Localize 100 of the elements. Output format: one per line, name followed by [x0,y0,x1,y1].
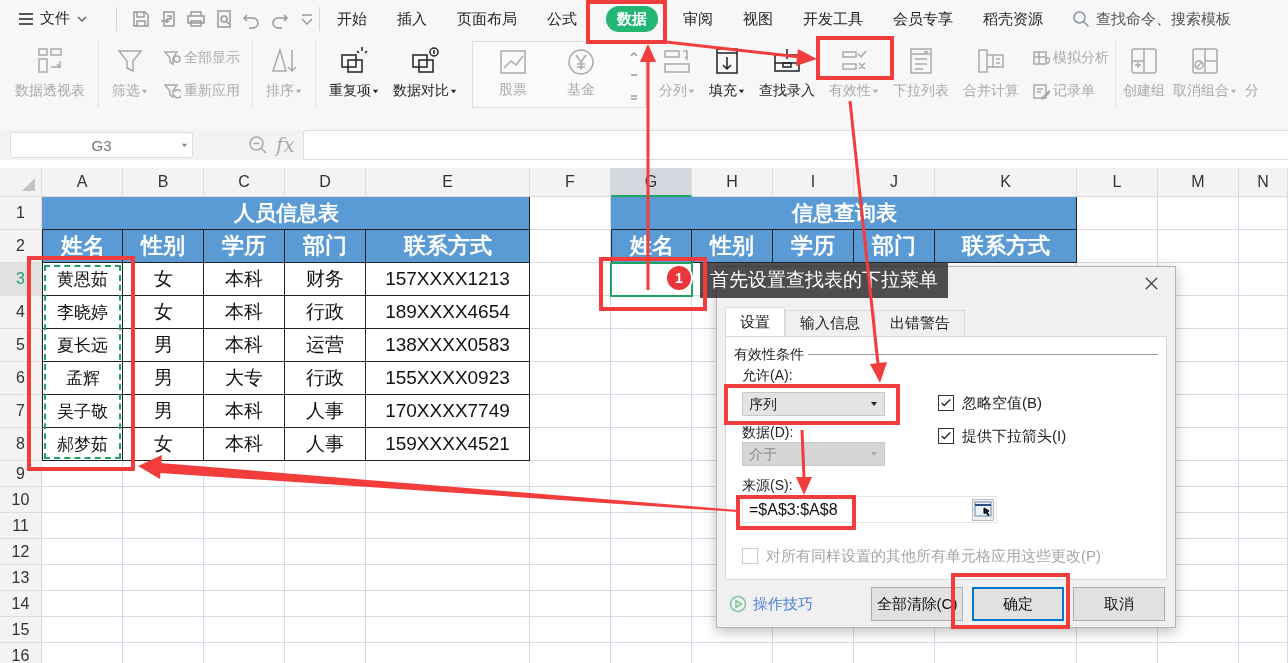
ribbon-tab[interactable]: 视图 [728,5,788,32]
column-heading: 联系方式 [935,230,1077,263]
row-header[interactable]: 11 [0,513,42,539]
ribbon-tab[interactable]: 插入 [382,5,442,32]
range-select-icon [974,500,992,517]
row-header[interactable]: 9 [0,461,42,487]
table-question-icon [1032,48,1050,67]
column-header[interactable]: L [1077,168,1158,197]
column-header[interactable]: B [123,168,204,197]
column-header[interactable]: E [366,168,530,197]
checkbox-label: 提供下拉箭头(I) [962,427,1067,445]
column-header[interactable]: H [692,168,773,197]
dialog-button[interactable]: 取消 [1073,587,1165,621]
column-header[interactable]: A [42,168,123,197]
table-cell: 本科 [204,263,285,296]
table-cell: 吴子敬 [42,395,123,428]
close-icon[interactable] [1144,276,1159,291]
table-cell: 李晓婷 [42,296,123,329]
ribbon-tab[interactable]: 公式 [532,5,592,32]
table-cell: 郝梦茹 [42,428,123,461]
row-header[interactable]: 16 [0,643,42,663]
row-header[interactable]: 13 [0,565,42,591]
checkbox[interactable] [938,428,954,444]
caret-icon [1230,87,1237,95]
row-header[interactable]: 8 [0,428,42,461]
dialog-tab[interactable]: 输入信息 [785,310,875,336]
ribbon-tab[interactable]: 开发工具 [788,5,878,32]
column-header[interactable]: D [285,168,366,197]
play-icon [729,595,747,613]
checkbox-label: 忽略空值(B) [962,394,1042,412]
column-header[interactable]: M [1158,168,1239,197]
column-header[interactable]: N [1239,168,1288,197]
caret-icon [141,87,148,95]
range-picker-button[interactable] [972,498,994,521]
row-header[interactable]: 12 [0,539,42,565]
form-pen-icon [1032,82,1050,101]
row-header[interactable]: 15 [0,617,42,643]
ribbon-button[interactable]: 数据对比 [390,37,460,112]
pointer-arrow [796,429,812,495]
magnifier-icon[interactable] [248,135,268,155]
ribbon-tab[interactable]: 会员专享 [878,5,968,32]
dialog-tab[interactable]: 出错警告 [875,310,965,336]
row-header[interactable]: 6 [0,362,42,395]
ribbon-tab[interactable]: 开始 [322,5,382,32]
row-header[interactable]: 7 [0,395,42,428]
source-field[interactable]: =$A$3:$A$8 [742,496,997,523]
menu-icon [18,10,34,27]
yen-icon [565,46,597,78]
checkbox[interactable] [938,395,954,411]
search-field[interactable]: 查找命令、搜索模板 [1094,9,1268,28]
column-heading: 学历 [773,230,854,263]
caret-icon [372,87,379,95]
ribbon-tab[interactable]: 稻壳资源 [968,5,1058,32]
column-header[interactable]: I [773,168,854,197]
save-icon[interactable] [131,8,151,29]
table-cell: 本科 [204,428,285,461]
ribbon-tab[interactable]: 审阅 [668,5,728,32]
tips-link[interactable]: 操作技巧 [729,594,813,614]
table-cell: 人事 [285,395,366,428]
table-cell: 155XXXX0923 [366,362,530,395]
table-title: 人员信息表 [42,197,530,230]
allow-dropdown[interactable]: 序列 [742,392,885,416]
table-cell: 人事 [285,428,366,461]
name-box[interactable]: G3 [10,132,193,158]
column-header[interactable]: C [204,168,285,197]
table-cell: 行政 [285,296,366,329]
table-cell: 138XXXX0583 [366,329,530,362]
file-menu[interactable]: 文件 [14,7,102,30]
column-header[interactable]: J [854,168,935,197]
table-cell: 女 [123,263,204,296]
row-header[interactable]: 2 [0,230,42,263]
select-all-corner[interactable] [0,168,42,197]
selected-cell[interactable] [610,262,693,297]
row-header[interactable]: 4 [0,296,42,329]
dialog-tab[interactable]: 设置 [725,307,785,336]
caret-icon [872,87,879,95]
funnel-refresh-icon [163,82,181,101]
dialog-button[interactable]: 确定 [972,587,1064,621]
table-cell: 女 [123,428,204,461]
column-heading: 性别 [692,230,773,263]
table-cell: 大专 [204,362,285,395]
table-cell: 189XXXX4654 [366,296,530,329]
table-cell: 本科 [204,395,285,428]
row-header[interactable]: 5 [0,329,42,362]
ribbon-button[interactable]: 查找录入 [756,37,818,112]
column-header[interactable]: F [530,168,611,197]
caret-icon [181,142,188,149]
formula-field[interactable] [302,130,1288,160]
column-heading: 性别 [123,230,204,263]
row-header[interactable]: 1 [0,197,42,230]
section-title: 有效性条件 [734,345,804,363]
ribbon-button[interactable]: 重复项 [326,37,382,112]
print-icon[interactable] [186,8,207,29]
row-header[interactable]: 10 [0,487,42,513]
table-cell: 170XXXX7749 [366,395,530,428]
column-header[interactable]: K [935,168,1077,197]
ribbon-button[interactable]: 填充 [706,37,748,112]
row-header[interactable]: 14 [0,591,42,617]
ribbon-tab[interactable]: 页面布局 [442,5,532,32]
column-heading: 部门 [854,230,935,263]
